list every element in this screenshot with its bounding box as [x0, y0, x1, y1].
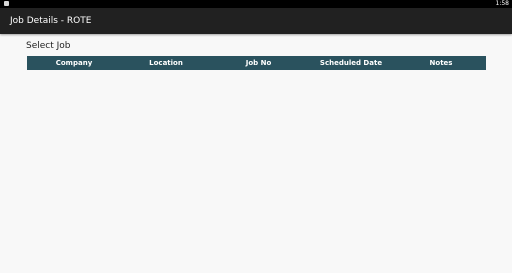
app-bar: Job Details - ROTE — [0, 8, 512, 34]
column-header-job-no[interactable]: Job No — [211, 56, 306, 70]
column-header-scheduled-date[interactable]: Scheduled Date — [306, 56, 396, 70]
status-bar: 1:58 — [0, 0, 512, 8]
notification-icon — [4, 1, 9, 6]
app-title: Job Details - ROTE — [10, 16, 92, 26]
column-header-notes[interactable]: Notes — [396, 56, 486, 70]
column-header-location[interactable]: Location — [121, 56, 211, 70]
status-time: 1:58 — [495, 0, 509, 7]
column-header-company[interactable]: Company — [27, 56, 121, 70]
job-table-header: Company Location Job No Scheduled Date N… — [27, 56, 486, 70]
section-title: Select Job — [26, 41, 71, 51]
